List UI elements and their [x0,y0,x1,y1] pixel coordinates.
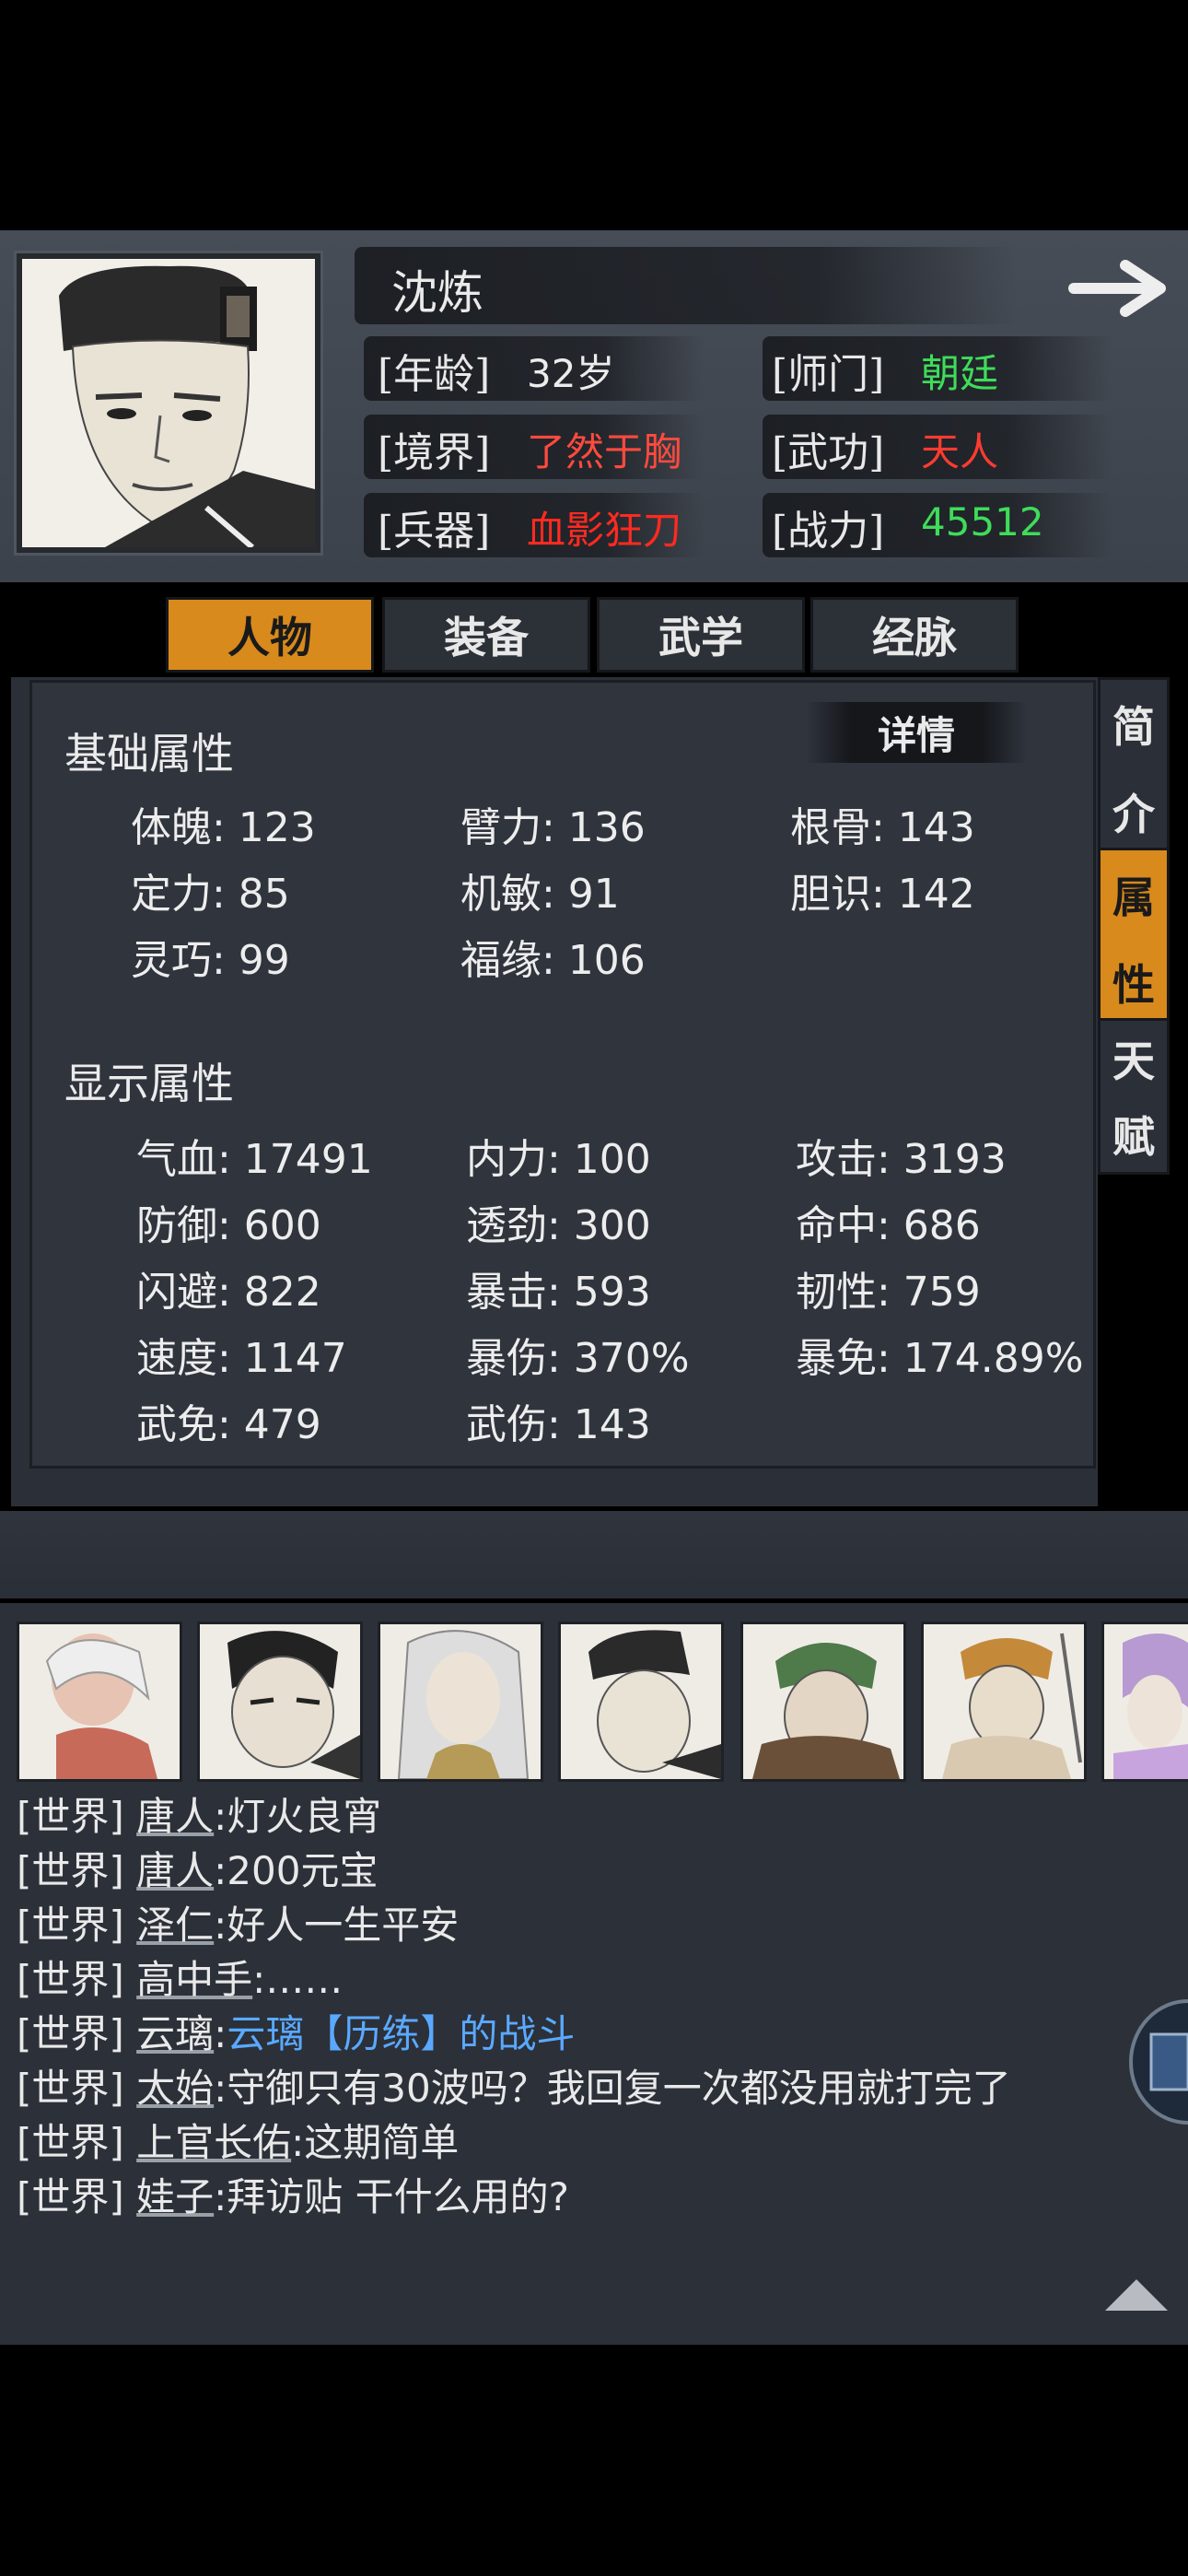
hero-avatar[interactable] [1101,1622,1188,1782]
realm-value: 了然于胸 [527,429,682,474]
basic-attributes-title: 基础属性 [64,729,234,779]
divider-strip [0,1511,1188,1598]
display-stat: 攻击: 3193 [796,1136,1007,1183]
battle-link[interactable]: 云璃【历练】的战斗 [227,2011,575,2056]
character-name: 沈炼 [391,266,483,320]
details-button[interactable]: 详情 [806,702,1027,763]
tab-equipment[interactable]: 装备 [382,597,590,673]
side-tab-char: 天 [1112,1036,1155,1086]
side-tab-char: 介 [1112,789,1155,839]
sect-value: 朝廷 [921,351,999,396]
display-stat: 气血: 17491 [136,1136,373,1183]
hero-avatar[interactable] [740,1622,906,1782]
basic-stat: 臂力: 136 [460,804,646,851]
chat-sender[interactable]: 唐人 [136,1848,214,1893]
collapse-chat-triangle-icon[interactable] [1101,2276,1171,2314]
display-stat: 命中: 686 [796,1202,981,1249]
basic-stat: 体魄: 123 [131,804,316,851]
chat-channel: [世界] [17,1794,124,1839]
age-value: 32岁 [527,351,615,396]
chat-text: : [214,2011,227,2056]
chat-message[interactable]: [世界] 唐人:灯火良宵 [17,1786,381,1842]
chat-channel: [世界] [17,1848,124,1893]
display-stat: 防御: 600 [136,1202,321,1249]
display-stat: 武伤: 143 [466,1401,651,1448]
display-stat: 暴伤: 370% [466,1335,690,1382]
side-tab-char: 属 [1112,872,1155,922]
martial-label: [武功] [772,429,885,476]
side-tab-intro[interactable]: 简 介 [1098,677,1170,858]
chat-text: :拜访贴 干什么用的? [214,2174,569,2219]
side-tab-talent[interactable]: 天 赋 [1098,1018,1170,1175]
tab-meridians[interactable]: 经脉 [810,597,1019,673]
chat-text: :灯火良宵 [214,1794,382,1839]
chat-sender[interactable]: 上官长佑 [136,2120,291,2165]
display-attributes-title: 显示属性 [64,1059,234,1108]
chat-channel: [世界] [17,2120,124,2165]
chat-sender[interactable]: 太始 [136,2066,214,2111]
chat-sender[interactable]: 泽仁 [136,1903,214,1948]
chat-sender[interactable]: 唐人 [136,1794,214,1839]
chat-text: :200元宝 [214,1848,379,1893]
basic-stat: 根骨: 143 [790,804,975,851]
basic-stat: 胆识: 142 [790,871,975,918]
display-stat: 速度: 1147 [136,1335,347,1382]
chat-channel: [世界] [17,1903,124,1948]
realm-label: [境界] [378,429,491,476]
display-stat: 韧性: 759 [796,1269,981,1316]
display-stat: 透劲: 300 [466,1202,651,1249]
power-label: [战力] [772,508,885,555]
chat-text: :这期简单 [291,2120,460,2165]
hero-avatar[interactable] [921,1622,1087,1782]
weapon-value: 血影狂刀 [527,508,682,553]
weapon-label: [兵器] [378,508,491,555]
hero-avatar[interactable] [197,1622,363,1782]
chat-message[interactable]: [世界] 高中手:…… [17,1949,343,2005]
character-portrait [17,253,320,553]
martial-value: 天人 [921,429,999,474]
chat-channel: [世界] [17,2174,124,2219]
hero-avatar[interactable] [558,1622,724,1782]
hero-avatar[interactable] [17,1622,182,1782]
side-tab-char: 性 [1112,959,1155,1010]
basic-stat: 定力: 85 [131,871,290,918]
chat-message[interactable]: [世界] 唐人:200元宝 [17,1840,378,1896]
chat-channel: [世界] [17,2066,124,2111]
chat-channel: [世界] [17,1957,124,2002]
basic-stat: 福缘: 106 [460,937,646,984]
display-stat: 暴击: 593 [466,1269,651,1316]
chat-message[interactable]: [世界] 云璃:云璃【历练】的战斗 [17,2003,575,2059]
tab-character[interactable]: 人物 [166,597,374,673]
chat-sender[interactable]: 娃子 [136,2174,214,2219]
tab-martial-arts[interactable]: 武学 [597,597,805,673]
basic-stat: 机敏: 91 [460,871,620,918]
side-tab-char: 简 [1112,701,1155,752]
chat-sender[interactable]: 云璃 [136,2011,214,2056]
chat-message[interactable]: [世界] 娃子:拜访贴 干什么用的? [17,2166,569,2222]
basic-stat: 灵巧: 99 [131,937,290,984]
side-tab-char: 赋 [1112,1112,1155,1162]
power-value: 45512 [921,499,1044,544]
hero-avatar[interactable] [378,1622,543,1782]
chat-text: :好人一生平安 [214,1903,460,1948]
display-stat: 内力: 100 [466,1136,651,1183]
chat-text: :…… [252,1957,344,2002]
chat-sender[interactable]: 高中手 [136,1957,252,2002]
chat-message[interactable]: [世界] 上官长佑:这期简单 [17,2112,459,2168]
sect-label: [师门] [772,351,885,398]
display-stat: 暴免: 174.89% [796,1335,1084,1382]
display-stat: 闪避: 822 [136,1269,321,1316]
chat-message[interactable]: [世界] 泽仁:好人一生平安 [17,1894,459,1950]
side-tab-attributes[interactable]: 属 性 [1098,848,1170,1028]
chat-channel: [世界] [17,2011,124,2056]
age-label: [年龄] [378,351,491,398]
next-character-arrow-icon[interactable] [1068,260,1170,317]
chat-text: :守御只有30波吗？我回复一次都没用就打完了 [214,2066,1011,2111]
display-stat: 武免: 479 [136,1401,321,1448]
chat-message[interactable]: [世界] 太始:守御只有30波吗？我回复一次都没用就打完了 [17,2057,1011,2113]
floating-menu-icon[interactable] [1124,1997,1188,2126]
